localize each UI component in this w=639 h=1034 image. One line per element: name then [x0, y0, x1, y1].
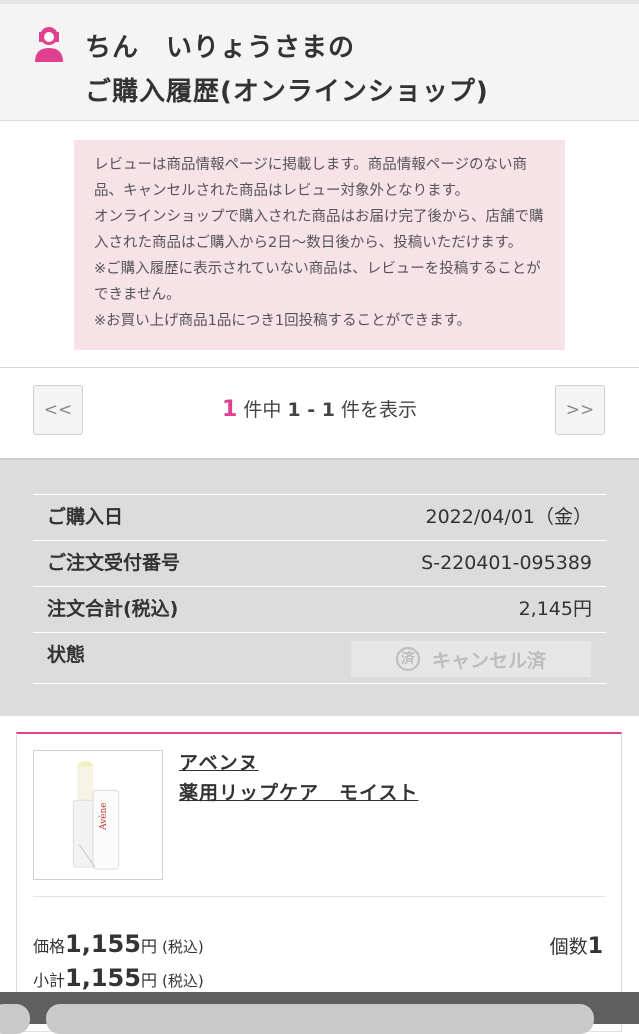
nav-pill[interactable] [0, 1004, 30, 1034]
notice-line: ※お買い上げ商品1品につき1回投稿することができます。 [94, 313, 472, 329]
qty-label: 個数 [549, 936, 588, 958]
subtotal-line: 小計1,155円 (税込) [33, 964, 204, 992]
pager-text-middle: 件中 [243, 399, 282, 421]
order-status-label: 状態 [47, 644, 86, 666]
order-total-row: 注文合計(税込) 2,145円 [33, 586, 606, 632]
order-total-value: 2,145円 [518, 598, 592, 620]
notice-line: オンラインショップで購入された商品はお届け完了後から、店舗で購 [94, 209, 544, 225]
user-icon [35, 27, 63, 62]
order-number-label: ご注文受付番号 [47, 552, 181, 574]
address-bar[interactable] [46, 1004, 594, 1034]
review-notice: レビューは商品情報ページに掲載します。商品情報ページのない商 品、キャンセルされ… [74, 140, 565, 350]
notice-line: 入された商品はご購入から2日〜数日後から、投稿いただけます。 [94, 235, 523, 251]
browser-bottom-bar [0, 992, 639, 1034]
subtotal-value: 1,155 [65, 964, 141, 992]
order-status-row: 状態 済 キャンセル済 [33, 632, 606, 684]
subtotal-unit: 円 [140, 971, 157, 990]
divider [33, 896, 605, 897]
order-date-label: ご購入日 [47, 506, 124, 528]
pager-total: 1 [221, 397, 238, 422]
order-summary: ご購入日 2022/04/01（金） ご注文受付番号 S-220401-0953… [0, 458, 639, 716]
order-number-value: S-220401-095389 [421, 552, 592, 574]
title-line2: ご購入履歴(オンラインショップ) [85, 77, 489, 107]
order-number-row: ご注文受付番号 S-220401-095389 [33, 540, 606, 586]
page-title: ちん いりょうさまの ご購入履歴(オンラインショップ) [85, 26, 489, 114]
order-date-row: ご購入日 2022/04/01（金） [33, 494, 606, 540]
svg-text:Avène: Avène [98, 803, 109, 831]
done-badge-icon: 済 [395, 647, 420, 671]
price-tax-note: (税込) [162, 938, 204, 956]
product-card: Avène アベンヌ 薬用リップケア モイスト 価格1,155円 (税込) 小計… [16, 732, 622, 1032]
notice-line: レビューは商品情報ページに掲載します。商品情報ページのない商 [94, 157, 527, 173]
order-date-value: 2022/04/01（金） [425, 506, 592, 528]
pager-range: 1 - 1 [287, 399, 335, 421]
subtotal-tax-note: (税込) [162, 972, 204, 990]
title-line1: ちん いりょうさまの [85, 33, 356, 63]
order-total-label: 注文合計(税込) [47, 598, 179, 620]
cancelled-status-badge: 済 キャンセル済 [351, 641, 591, 677]
status-text: キャンセル済 [431, 649, 546, 672]
price-label: 価格 [33, 937, 66, 956]
pager-summary: 1 件中 1 - 1 件を表示 [0, 390, 639, 430]
price-value: 1,155 [65, 930, 141, 958]
product-name-link[interactable]: 薬用リップケア モイスト [179, 778, 418, 805]
price-unit: 円 [140, 937, 157, 956]
next-page-button[interactable]: >> [555, 385, 605, 435]
notice-line: できません。 [94, 287, 181, 303]
qty-value: 1 [587, 934, 603, 959]
pager-text-end: 件を表示 [341, 399, 418, 421]
notice-line: 品、キャンセルされた商品はレビュー対象外となります。 [94, 183, 470, 199]
quantity: 個数1 [550, 932, 603, 959]
product-brand-link[interactable]: アベンヌ [179, 748, 259, 775]
product-image[interactable]: Avène [33, 750, 163, 880]
notice-line: ※ご購入履歴に表示されていない商品は、レビューを投稿することが [94, 261, 541, 277]
divider [0, 367, 639, 368]
subtotal-label: 小計 [33, 971, 66, 990]
page-header: ちん いりょうさまの ご購入履歴(オンラインショップ) [0, 0, 639, 121]
price-line: 価格1,155円 (税込) [33, 930, 204, 958]
